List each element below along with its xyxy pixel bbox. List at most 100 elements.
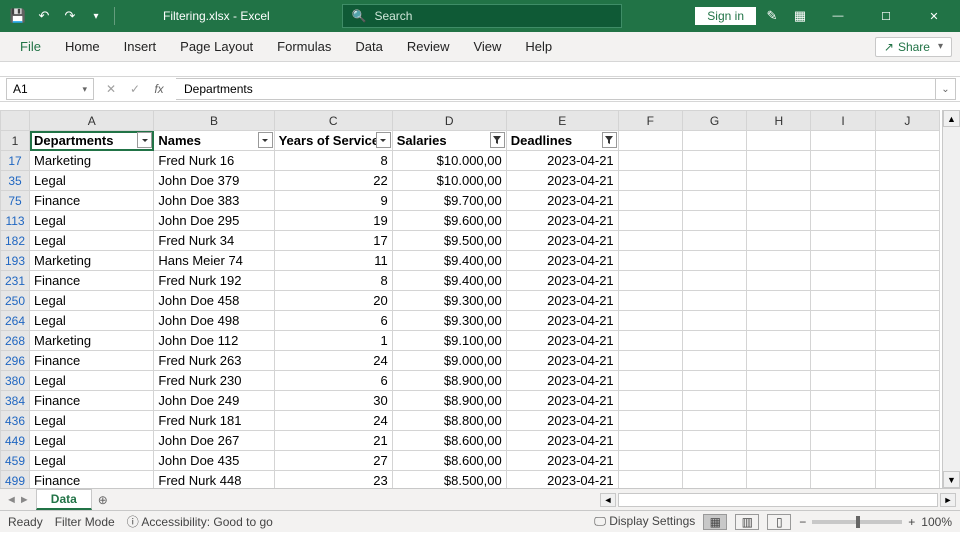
cell[interactable] <box>618 471 682 489</box>
cell[interactable]: $8.900,00 <box>392 391 506 411</box>
fx-icon[interactable]: fx <box>150 82 168 96</box>
zoom-out-icon[interactable]: − <box>799 515 806 529</box>
cell[interactable]: John Doe 458 <box>154 291 274 311</box>
cell[interactable] <box>618 371 682 391</box>
cell[interactable] <box>682 391 746 411</box>
cell[interactable]: 2023-04-21 <box>506 451 618 471</box>
ribbon-tab-formulas[interactable]: Formulas <box>265 33 343 60</box>
cell[interactable]: 2023-04-21 <box>506 251 618 271</box>
cell[interactable] <box>618 311 682 331</box>
cell[interactable] <box>747 331 811 351</box>
header-cell-deadlines[interactable]: Deadlines <box>506 131 618 151</box>
cell[interactable]: Fred Nurk 181 <box>154 411 274 431</box>
cell[interactable]: 11 <box>274 251 392 271</box>
page-layout-view-icon[interactable]: ▥ <box>735 514 759 530</box>
cell[interactable]: Legal <box>30 311 154 331</box>
cell[interactable] <box>747 311 811 331</box>
display-settings-button[interactable]: 🖵 Display Settings <box>594 514 695 529</box>
cell[interactable]: $9.400,00 <box>392 251 506 271</box>
zoom-control[interactable]: − + 100% <box>799 515 952 529</box>
cell[interactable]: 22 <box>274 171 392 191</box>
cell[interactable] <box>875 251 939 271</box>
row-header[interactable]: 17 <box>1 151 30 171</box>
cell[interactable]: Legal <box>30 371 154 391</box>
cell[interactable] <box>618 391 682 411</box>
cell[interactable] <box>747 391 811 411</box>
cell[interactable]: Fred Nurk 263 <box>154 351 274 371</box>
maximize-button[interactable]: ☐ <box>864 1 908 31</box>
cell[interactable] <box>682 211 746 231</box>
cell[interactable] <box>682 131 746 151</box>
header-cell-salaries[interactable]: Salaries <box>392 131 506 151</box>
cell[interactable]: Legal <box>30 211 154 231</box>
cell[interactable]: 2023-04-21 <box>506 291 618 311</box>
cell[interactable]: $8.600,00 <box>392 451 506 471</box>
cell[interactable]: $9.700,00 <box>392 191 506 211</box>
cell[interactable] <box>811 131 875 151</box>
header-cell-departments[interactable]: Departments <box>30 131 154 151</box>
cell[interactable]: $9.300,00 <box>392 291 506 311</box>
undo-icon[interactable]: ↶ <box>32 4 56 28</box>
cell[interactable] <box>618 271 682 291</box>
cell[interactable] <box>747 131 811 151</box>
worksheet-grid[interactable]: ABCDEFGHIJ 1DepartmentsNamesYears of Ser… <box>0 110 940 488</box>
scroll-down-icon[interactable]: ▼ <box>943 471 960 488</box>
cell[interactable] <box>747 191 811 211</box>
cell[interactable]: 2023-04-21 <box>506 391 618 411</box>
vertical-scrollbar[interactable]: ▲ ▼ <box>942 110 960 488</box>
cell[interactable] <box>747 231 811 251</box>
scroll-up-icon[interactable]: ▲ <box>943 110 960 127</box>
cell[interactable]: 24 <box>274 351 392 371</box>
cell[interactable] <box>747 371 811 391</box>
header-cell-years-of-service[interactable]: Years of Service <box>274 131 392 151</box>
ribbon-tab-help[interactable]: Help <box>513 33 564 60</box>
cell[interactable] <box>811 371 875 391</box>
sign-in-button[interactable]: Sign in <box>695 7 756 25</box>
row-header[interactable]: 436 <box>1 411 30 431</box>
cell[interactable] <box>682 451 746 471</box>
cell[interactable]: 2023-04-21 <box>506 151 618 171</box>
cell[interactable] <box>618 231 682 251</box>
cell[interactable] <box>747 251 811 271</box>
cell[interactable]: Legal <box>30 411 154 431</box>
cell[interactable]: 2023-04-21 <box>506 431 618 451</box>
cell[interactable] <box>875 231 939 251</box>
cell[interactable] <box>618 451 682 471</box>
zoom-in-icon[interactable]: + <box>908 515 915 529</box>
qat-customize-icon[interactable]: ▾ <box>84 4 108 28</box>
cell[interactable] <box>747 151 811 171</box>
cell[interactable] <box>618 211 682 231</box>
cell[interactable] <box>811 271 875 291</box>
cell[interactable] <box>682 331 746 351</box>
horizontal-scrollbar[interactable]: ◄ ► <box>114 493 960 507</box>
cell[interactable] <box>811 411 875 431</box>
formula-expand-icon[interactable]: ⌄ <box>936 78 956 100</box>
row-header[interactable]: 264 <box>1 311 30 331</box>
cell[interactable]: Finance <box>30 471 154 489</box>
filter-dropdown-icon[interactable] <box>137 132 152 148</box>
cell[interactable] <box>875 351 939 371</box>
sheet-tab-data[interactable]: Data <box>36 489 92 510</box>
cell[interactable] <box>618 151 682 171</box>
cell[interactable]: Finance <box>30 391 154 411</box>
cell[interactable] <box>811 331 875 351</box>
cell[interactable] <box>618 291 682 311</box>
zoom-slider[interactable] <box>812 520 902 524</box>
cell[interactable]: Marketing <box>30 331 154 351</box>
cell[interactable]: 2023-04-21 <box>506 171 618 191</box>
cell[interactable]: Marketing <box>30 251 154 271</box>
cell[interactable]: Legal <box>30 431 154 451</box>
cell[interactable] <box>811 231 875 251</box>
cell[interactable]: Legal <box>30 231 154 251</box>
page-break-view-icon[interactable]: ▯ <box>767 514 791 530</box>
ribbon-tab-data[interactable]: Data <box>343 33 394 60</box>
cell[interactable]: 30 <box>274 391 392 411</box>
cell[interactable]: $8.800,00 <box>392 411 506 431</box>
row-header[interactable]: 35 <box>1 171 30 191</box>
row-header[interactable]: 250 <box>1 291 30 311</box>
cell[interactable] <box>747 211 811 231</box>
row-header[interactable]: 268 <box>1 331 30 351</box>
cell[interactable]: $9.300,00 <box>392 311 506 331</box>
hscroll-track[interactable] <box>618 493 938 507</box>
cell[interactable]: 1 <box>274 331 392 351</box>
